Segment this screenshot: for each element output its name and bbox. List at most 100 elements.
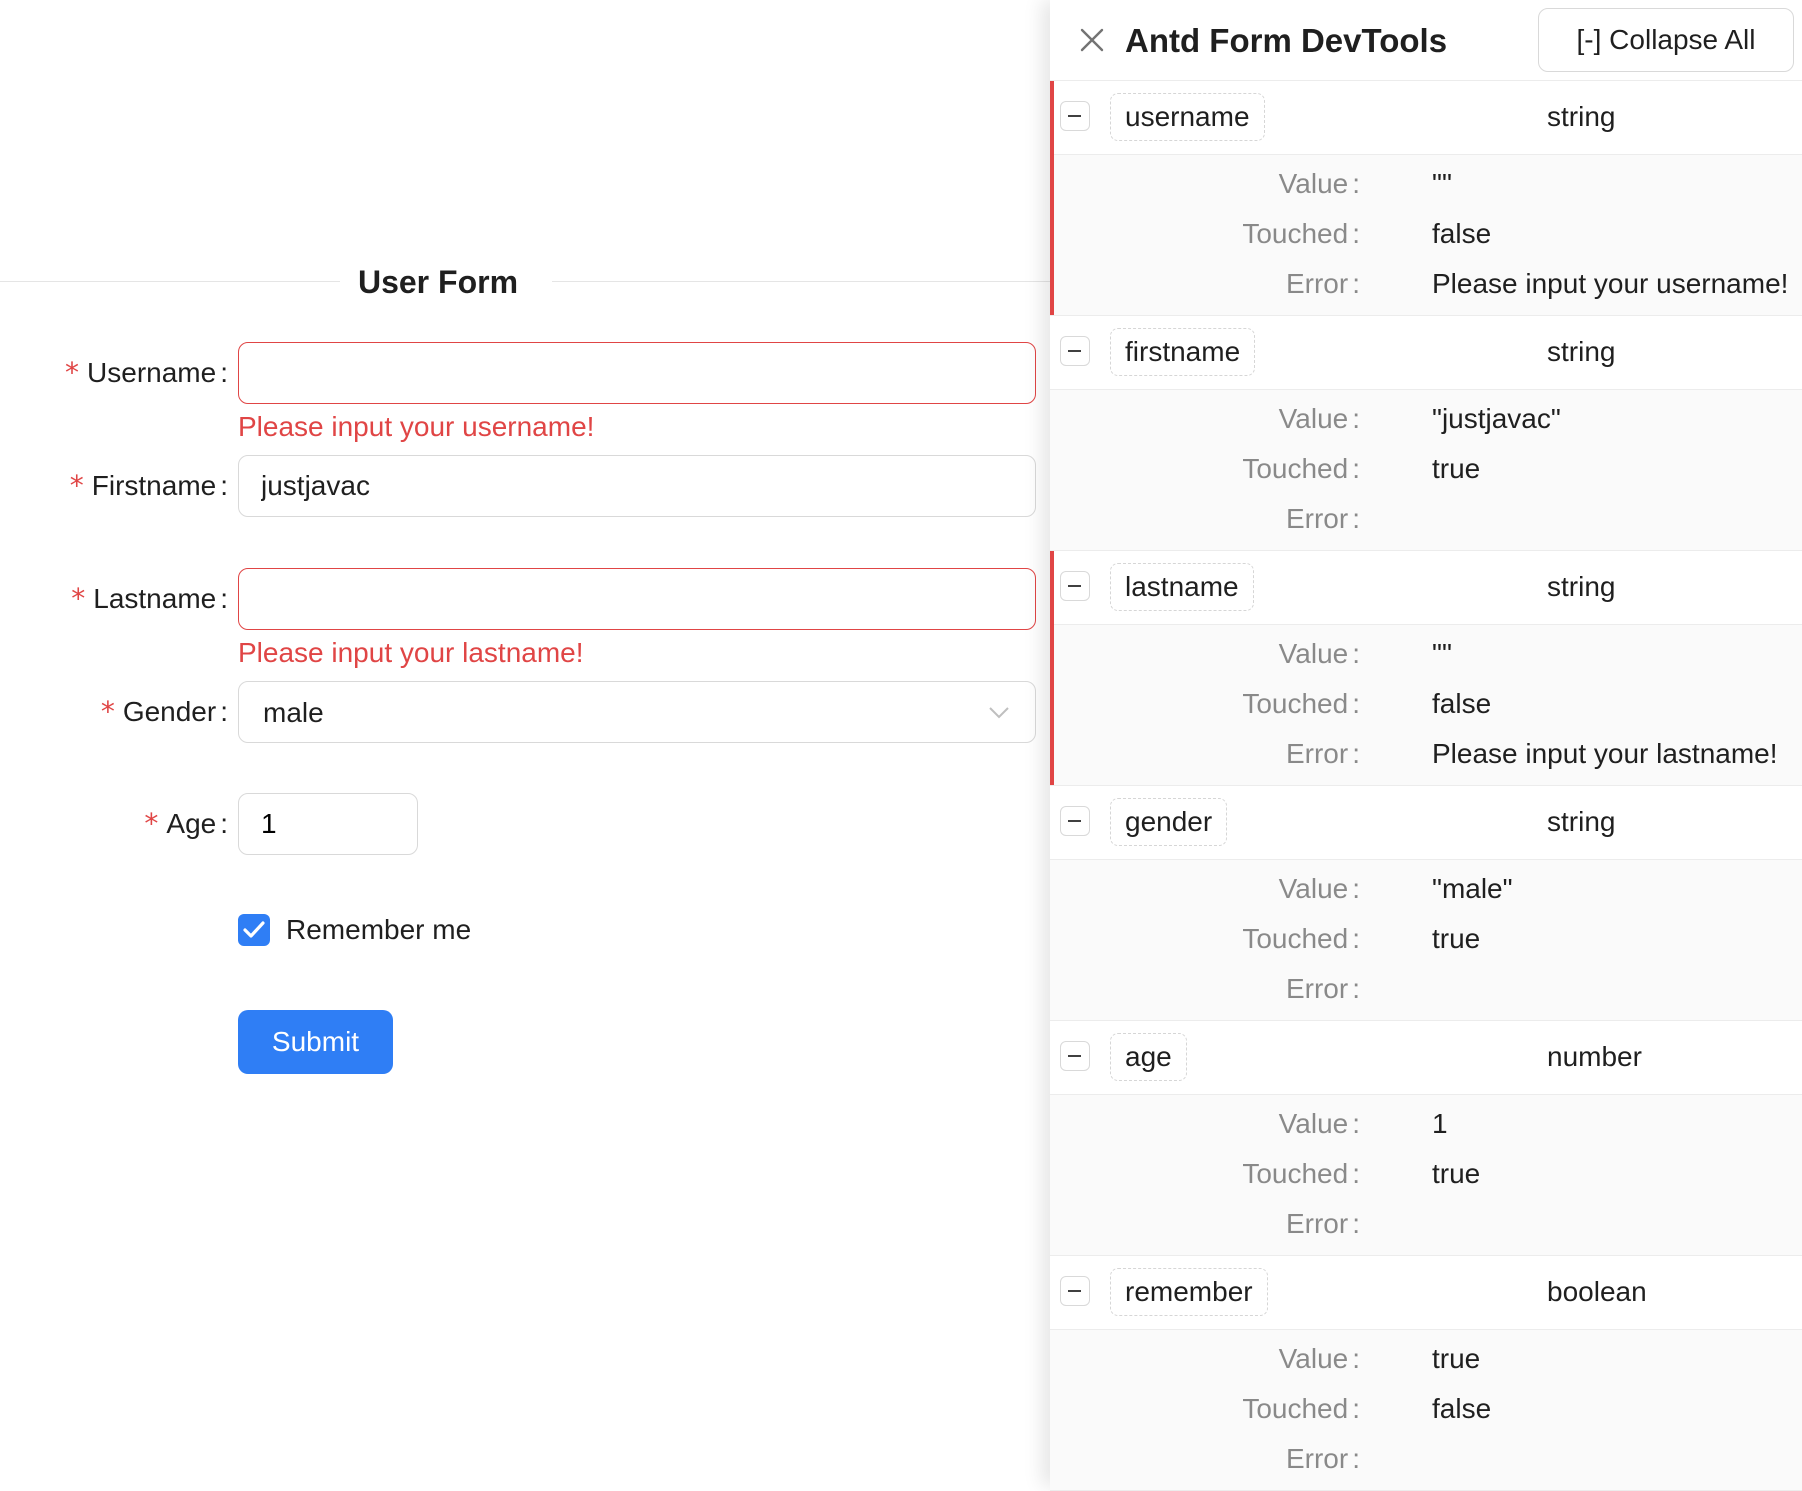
field-header: age number [1050, 1021, 1802, 1095]
touched-text: true [1432, 923, 1481, 954]
form-item-age: * Age: [0, 793, 1050, 857]
remember-checkbox[interactable] [238, 914, 270, 946]
error-label: Error: [1285, 1208, 1360, 1239]
submit-button[interactable]: Submit [238, 1010, 393, 1074]
check-icon [243, 921, 265, 938]
collapse-toggle-icon[interactable] [1060, 101, 1090, 131]
field-name-tag: firstname [1110, 328, 1256, 376]
remember-label: Remember me [286, 914, 472, 945]
username-error: Please input your username! [238, 411, 595, 442]
gender-selected-value: male [263, 697, 324, 728]
close-icon[interactable] [1076, 24, 1108, 56]
form-item-firstname: * Firstname: [0, 455, 1050, 519]
collapse-toggle-icon[interactable] [1060, 336, 1090, 366]
field-header: lastname string [1050, 551, 1802, 625]
value-label: Value: [1278, 638, 1360, 669]
form-item-username: * Username: Please input your username! [0, 342, 1050, 462]
value-text: 1 [1432, 1108, 1448, 1139]
remember-checkbox-wrapper[interactable]: Remember me [238, 912, 538, 948]
age-label: * Age: [144, 807, 228, 840]
error-label: Error: [1285, 268, 1360, 299]
devtools-header: Antd Form DevTools [-] Collapse All [1050, 0, 1802, 81]
field-name-tag: username [1110, 93, 1265, 141]
touched-text: true [1432, 453, 1481, 484]
form-item-gender: * Gender: male [0, 681, 1050, 745]
value-text: "" [1432, 638, 1452, 669]
touched-label: Touched: [1242, 923, 1360, 954]
firstname-input[interactable] [238, 455, 1036, 517]
devtools-field-firstname: firstname string Value: "justjavac" Touched:… [1050, 316, 1802, 551]
error-label: Error: [1285, 503, 1360, 534]
field-details: Value: "" Touched: false Error: Please input … [1050, 625, 1802, 786]
username-input[interactable] [238, 342, 1036, 404]
field-name-tag: remember [1110, 1268, 1268, 1316]
field-header: gender string [1050, 786, 1802, 860]
required-mark: * [100, 695, 115, 728]
form-title: User Form [357, 264, 519, 300]
required-mark: * [65, 356, 80, 389]
gender-label: * Gender: [100, 695, 228, 728]
field-type: string [1547, 101, 1616, 132]
touched-label: Touched: [1242, 1158, 1360, 1189]
gender-select[interactable]: male [238, 681, 1036, 743]
touched-text: false [1432, 688, 1492, 719]
field-details: Value: 1 Touched: true Error: [1050, 1095, 1802, 1256]
lastname-input[interactable] [238, 568, 1036, 630]
user-form: User Form * Username: Please input your u… [0, 0, 1050, 1486]
error-text: Please input your username! [1432, 268, 1789, 299]
error-label: Error: [1285, 973, 1360, 1004]
username-label: * Username: [65, 356, 228, 389]
devtools-title: Antd Form DevTools [1125, 22, 1448, 59]
collapse-toggle-icon[interactable] [1060, 806, 1090, 836]
field-type: string [1547, 806, 1616, 837]
collapse-all-button[interactable]: [-] Collapse All [1538, 8, 1794, 72]
devtools-field-age: age number Value: 1 Touched: true Error: [1050, 1021, 1802, 1256]
divider-line-right [552, 281, 1050, 282]
field-header: firstname string [1050, 316, 1802, 390]
lastname-label: * Lastname: [71, 582, 228, 615]
touched-label: Touched: [1242, 453, 1360, 484]
age-input[interactable] [238, 793, 418, 855]
required-mark: * [144, 807, 159, 840]
value-text: "justjavac" [1432, 403, 1561, 434]
error-text: Please input your lastname! [1432, 738, 1778, 769]
value-text: "" [1432, 168, 1452, 199]
field-header: remember boolean [1050, 1256, 1802, 1330]
devtools-field-username: username string Value: "" Touched: false Error… [1050, 81, 1802, 316]
touched-text: false [1432, 218, 1492, 249]
field-name-tag: gender [1110, 798, 1228, 846]
value-text: true [1432, 1343, 1481, 1374]
collapse-toggle-icon[interactable] [1060, 571, 1090, 601]
devtools-field-gender: gender string Value: "male" Touched: true Erro… [1050, 786, 1802, 1021]
value-label: Value: [1278, 1343, 1360, 1374]
field-details: Value: "male" Touched: true Error: [1050, 860, 1802, 1021]
field-details: Value: "" Touched: false Error: Please input … [1050, 155, 1802, 316]
field-details: Value: true Touched: false Error: [1050, 1330, 1802, 1491]
field-details: Value: "justjavac" Touched: true Error: [1050, 390, 1802, 551]
field-type: number [1547, 1041, 1642, 1072]
value-label: Value: [1278, 1108, 1360, 1139]
required-mark: * [71, 582, 86, 615]
value-label: Value: [1278, 873, 1360, 904]
devtools-field-remember: remember boolean Value: true Touched: false Er… [1050, 1256, 1802, 1491]
collapse-toggle-icon[interactable] [1060, 1041, 1090, 1071]
collapse-toggle-icon[interactable] [1060, 1276, 1090, 1306]
field-type: boolean [1547, 1276, 1647, 1307]
field-name-tag: lastname [1110, 563, 1254, 611]
field-type: string [1547, 336, 1616, 367]
required-mark: * [69, 469, 84, 502]
value-text: "male" [1432, 873, 1513, 904]
touched-text: false [1432, 1393, 1492, 1424]
devtools-field-lastname: lastname string Value: "" Touched: false Error… [1050, 551, 1802, 786]
lastname-error: Please input your lastname! [238, 637, 584, 668]
field-type: string [1547, 571, 1616, 602]
form-title-divider: User Form [0, 262, 1050, 302]
chevron-down-icon [989, 707, 1009, 719]
field-name-tag: age [1110, 1033, 1187, 1081]
touched-label: Touched: [1242, 1393, 1360, 1424]
error-label: Error: [1285, 738, 1360, 769]
divider-line-left [0, 281, 340, 282]
error-label: Error: [1285, 1443, 1360, 1474]
value-label: Value: [1278, 168, 1360, 199]
devtools-panel: Antd Form DevTools [-] Collapse All user… [1050, 0, 1802, 1491]
